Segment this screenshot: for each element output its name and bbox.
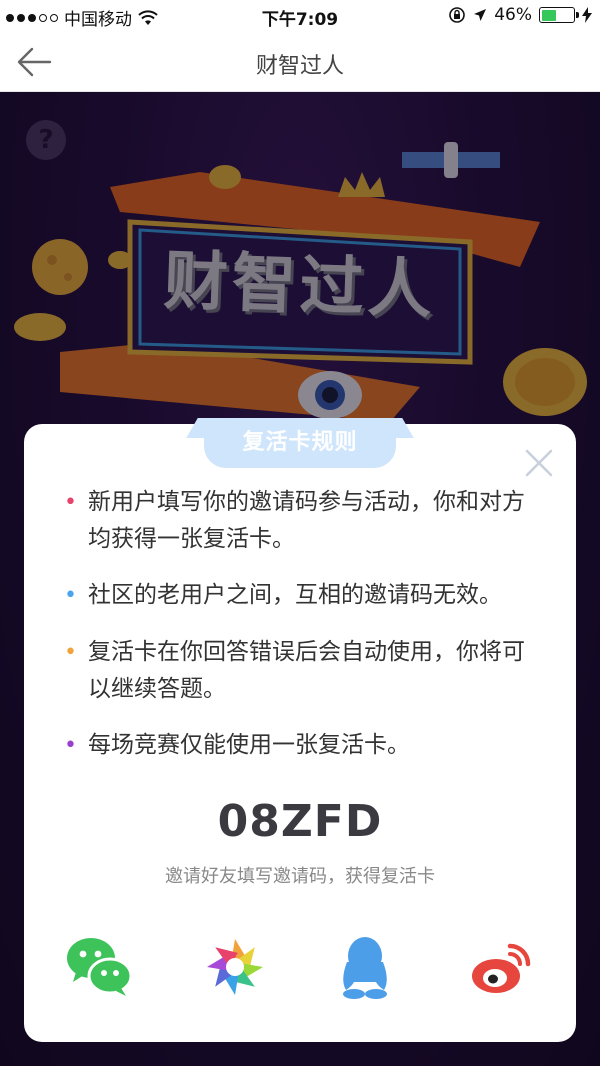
location-icon — [474, 9, 487, 21]
share-moments-button[interactable] — [200, 932, 270, 1002]
rule-text: 社区的老用户之间，互相的邀请码无效。 — [88, 582, 502, 608]
nav-bar: 财智过人 — [0, 32, 600, 92]
rule-bullet: • — [64, 733, 77, 758]
rule-text: 复活卡在你回答错误后会自动使用，你将可以继续答题。 — [88, 639, 525, 702]
orientation-lock-icon — [449, 7, 466, 23]
rule-text: 每场竞赛仅能使用一张复活卡。 — [88, 732, 410, 758]
rules-list: • 新用户填写你的邀请码参与活动，你和对方均获得一张复活卡。 • 社区的老用户之间，… — [64, 484, 544, 784]
rule-bullet: • — [64, 583, 77, 608]
battery-icon — [539, 7, 579, 23]
close-icon — [525, 449, 553, 477]
share-weibo-button[interactable] — [466, 932, 536, 1002]
invite-hint: 邀请好友填写邀请码，获得复活卡 — [165, 866, 435, 887]
battery-level — [541, 9, 556, 21]
charging-icon — [582, 7, 592, 23]
wechat-icon — [67, 938, 133, 996]
share-qq-button[interactable] — [330, 932, 400, 1002]
rule-item: • 每场竞赛仅能使用一张复活卡。 — [64, 727, 544, 764]
weibo-icon — [472, 943, 531, 993]
battery-percent: 46% — [494, 5, 532, 25]
rule-bullet: • — [64, 490, 77, 515]
rule-bullet: • — [64, 640, 77, 665]
invite-code: 08ZFD — [217, 796, 383, 847]
page-title: 财智过人 — [255, 54, 344, 79]
rule-item: • 新用户填写你的邀请码参与活动，你和对方均获得一张复活卡。 — [64, 484, 544, 557]
rule-item: • 社区的老用户之间，互相的邀请码无效。 — [64, 577, 544, 614]
wechat-moments-icon — [207, 939, 263, 995]
share-row — [24, 932, 576, 1012]
close-button[interactable] — [522, 446, 556, 480]
status-right: 46% — [448, 5, 592, 25]
revive-card-rules-dialog: 复活卡规则 • 新用户填写你的邀请码参与活动，你和对方均获得一张复活卡。 • 社区的… — [24, 418, 576, 1042]
status-bar: 中国移动 下午7:09 46% — [0, 0, 600, 32]
share-wechat-button[interactable] — [64, 932, 134, 1002]
qq-icon — [343, 937, 387, 999]
rule-text: 新用户填写你的邀请码参与活动，你和对方均获得一张复活卡。 — [88, 489, 525, 552]
dialog-title: 复活卡规则 — [204, 418, 396, 468]
rule-item: • 复活卡在你回答错误后会自动使用，你将可以继续答题。 — [64, 634, 544, 707]
